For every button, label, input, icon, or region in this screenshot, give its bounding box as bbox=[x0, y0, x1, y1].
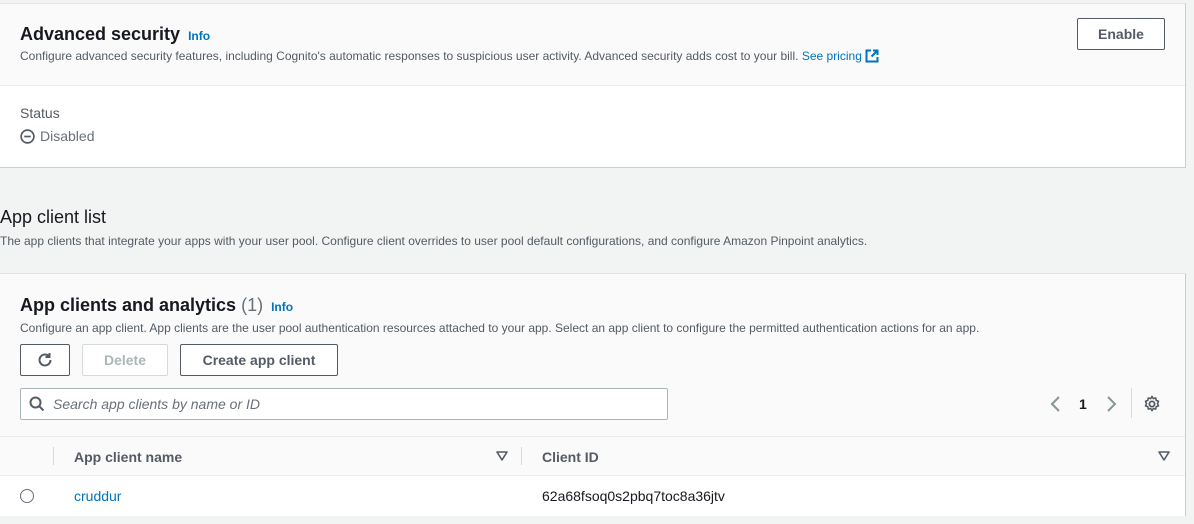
create-app-client-button[interactable]: Create app client bbox=[180, 344, 338, 376]
column-header-client-id[interactable]: Client ID bbox=[542, 449, 599, 465]
status-label: Status bbox=[20, 105, 60, 121]
advanced-security-header: Advanced security Info Configure advanced… bbox=[0, 4, 1185, 86]
refresh-icon bbox=[38, 353, 52, 367]
pager-divider bbox=[1131, 388, 1132, 418]
app-client-list-title: App client list bbox=[0, 207, 107, 227]
column-separator bbox=[53, 447, 54, 465]
advanced-security-heading: Advanced security Info bbox=[20, 24, 210, 45]
table-header: App client name Client ID bbox=[0, 436, 1185, 476]
app-clients-title: App clients and analytics bbox=[20, 295, 237, 315]
external-link-icon[interactable] bbox=[865, 49, 879, 63]
app-client-list-description: The app clients that integrate your apps… bbox=[0, 234, 868, 248]
column-separator bbox=[521, 447, 522, 465]
advanced-security-panel: Advanced security Info Configure advanced… bbox=[0, 3, 1186, 168]
column-header-app-client-name[interactable]: App client name bbox=[74, 449, 182, 465]
app-clients-count: (1) bbox=[241, 295, 264, 315]
chevron-right-icon[interactable] bbox=[1104, 396, 1118, 412]
status-value-text: Disabled bbox=[40, 128, 95, 144]
row-select-radio[interactable] bbox=[20, 489, 34, 503]
app-clients-header: App clients and analytics (1) Info Config… bbox=[0, 274, 1185, 436]
info-link[interactable]: Info bbox=[188, 29, 210, 43]
sort-down-icon[interactable] bbox=[496, 450, 508, 462]
app-clients-heading: App clients and analytics (1) Info bbox=[20, 295, 293, 316]
search-input[interactable] bbox=[53, 396, 633, 412]
info-link[interactable]: Info bbox=[271, 300, 293, 314]
minus-circle-icon bbox=[20, 128, 35, 144]
status-value: Disabled bbox=[20, 128, 94, 144]
see-pricing-link[interactable]: See pricing bbox=[802, 49, 862, 63]
app-client-name-link[interactable]: cruddur bbox=[74, 488, 121, 504]
app-clients-panel: App clients and analytics (1) Info Config… bbox=[0, 273, 1186, 516]
gear-icon[interactable] bbox=[1143, 395, 1161, 413]
advanced-security-description-text: Configure advanced security features, in… bbox=[20, 49, 799, 63]
search-icon bbox=[29, 396, 45, 412]
app-clients-description: Configure an app client. App clients are… bbox=[20, 321, 980, 335]
advanced-security-title: Advanced security bbox=[20, 24, 181, 44]
search-field[interactable] bbox=[20, 388, 668, 420]
delete-button[interactable]: Delete bbox=[82, 344, 168, 376]
table-row[interactable]: cruddur 62a68fsoq0s2pbq7toc8a36jtv bbox=[0, 476, 1185, 516]
client-id-cell: 62a68fsoq0s2pbq7toc8a36jtv bbox=[542, 488, 725, 504]
advanced-security-description: Configure advanced security features, in… bbox=[20, 49, 879, 63]
refresh-button[interactable] bbox=[20, 344, 70, 376]
enable-button[interactable]: Enable bbox=[1077, 18, 1165, 50]
page-number[interactable]: 1 bbox=[1079, 396, 1087, 412]
sort-down-icon[interactable] bbox=[1158, 450, 1170, 462]
chevron-left-icon[interactable] bbox=[1049, 396, 1063, 412]
